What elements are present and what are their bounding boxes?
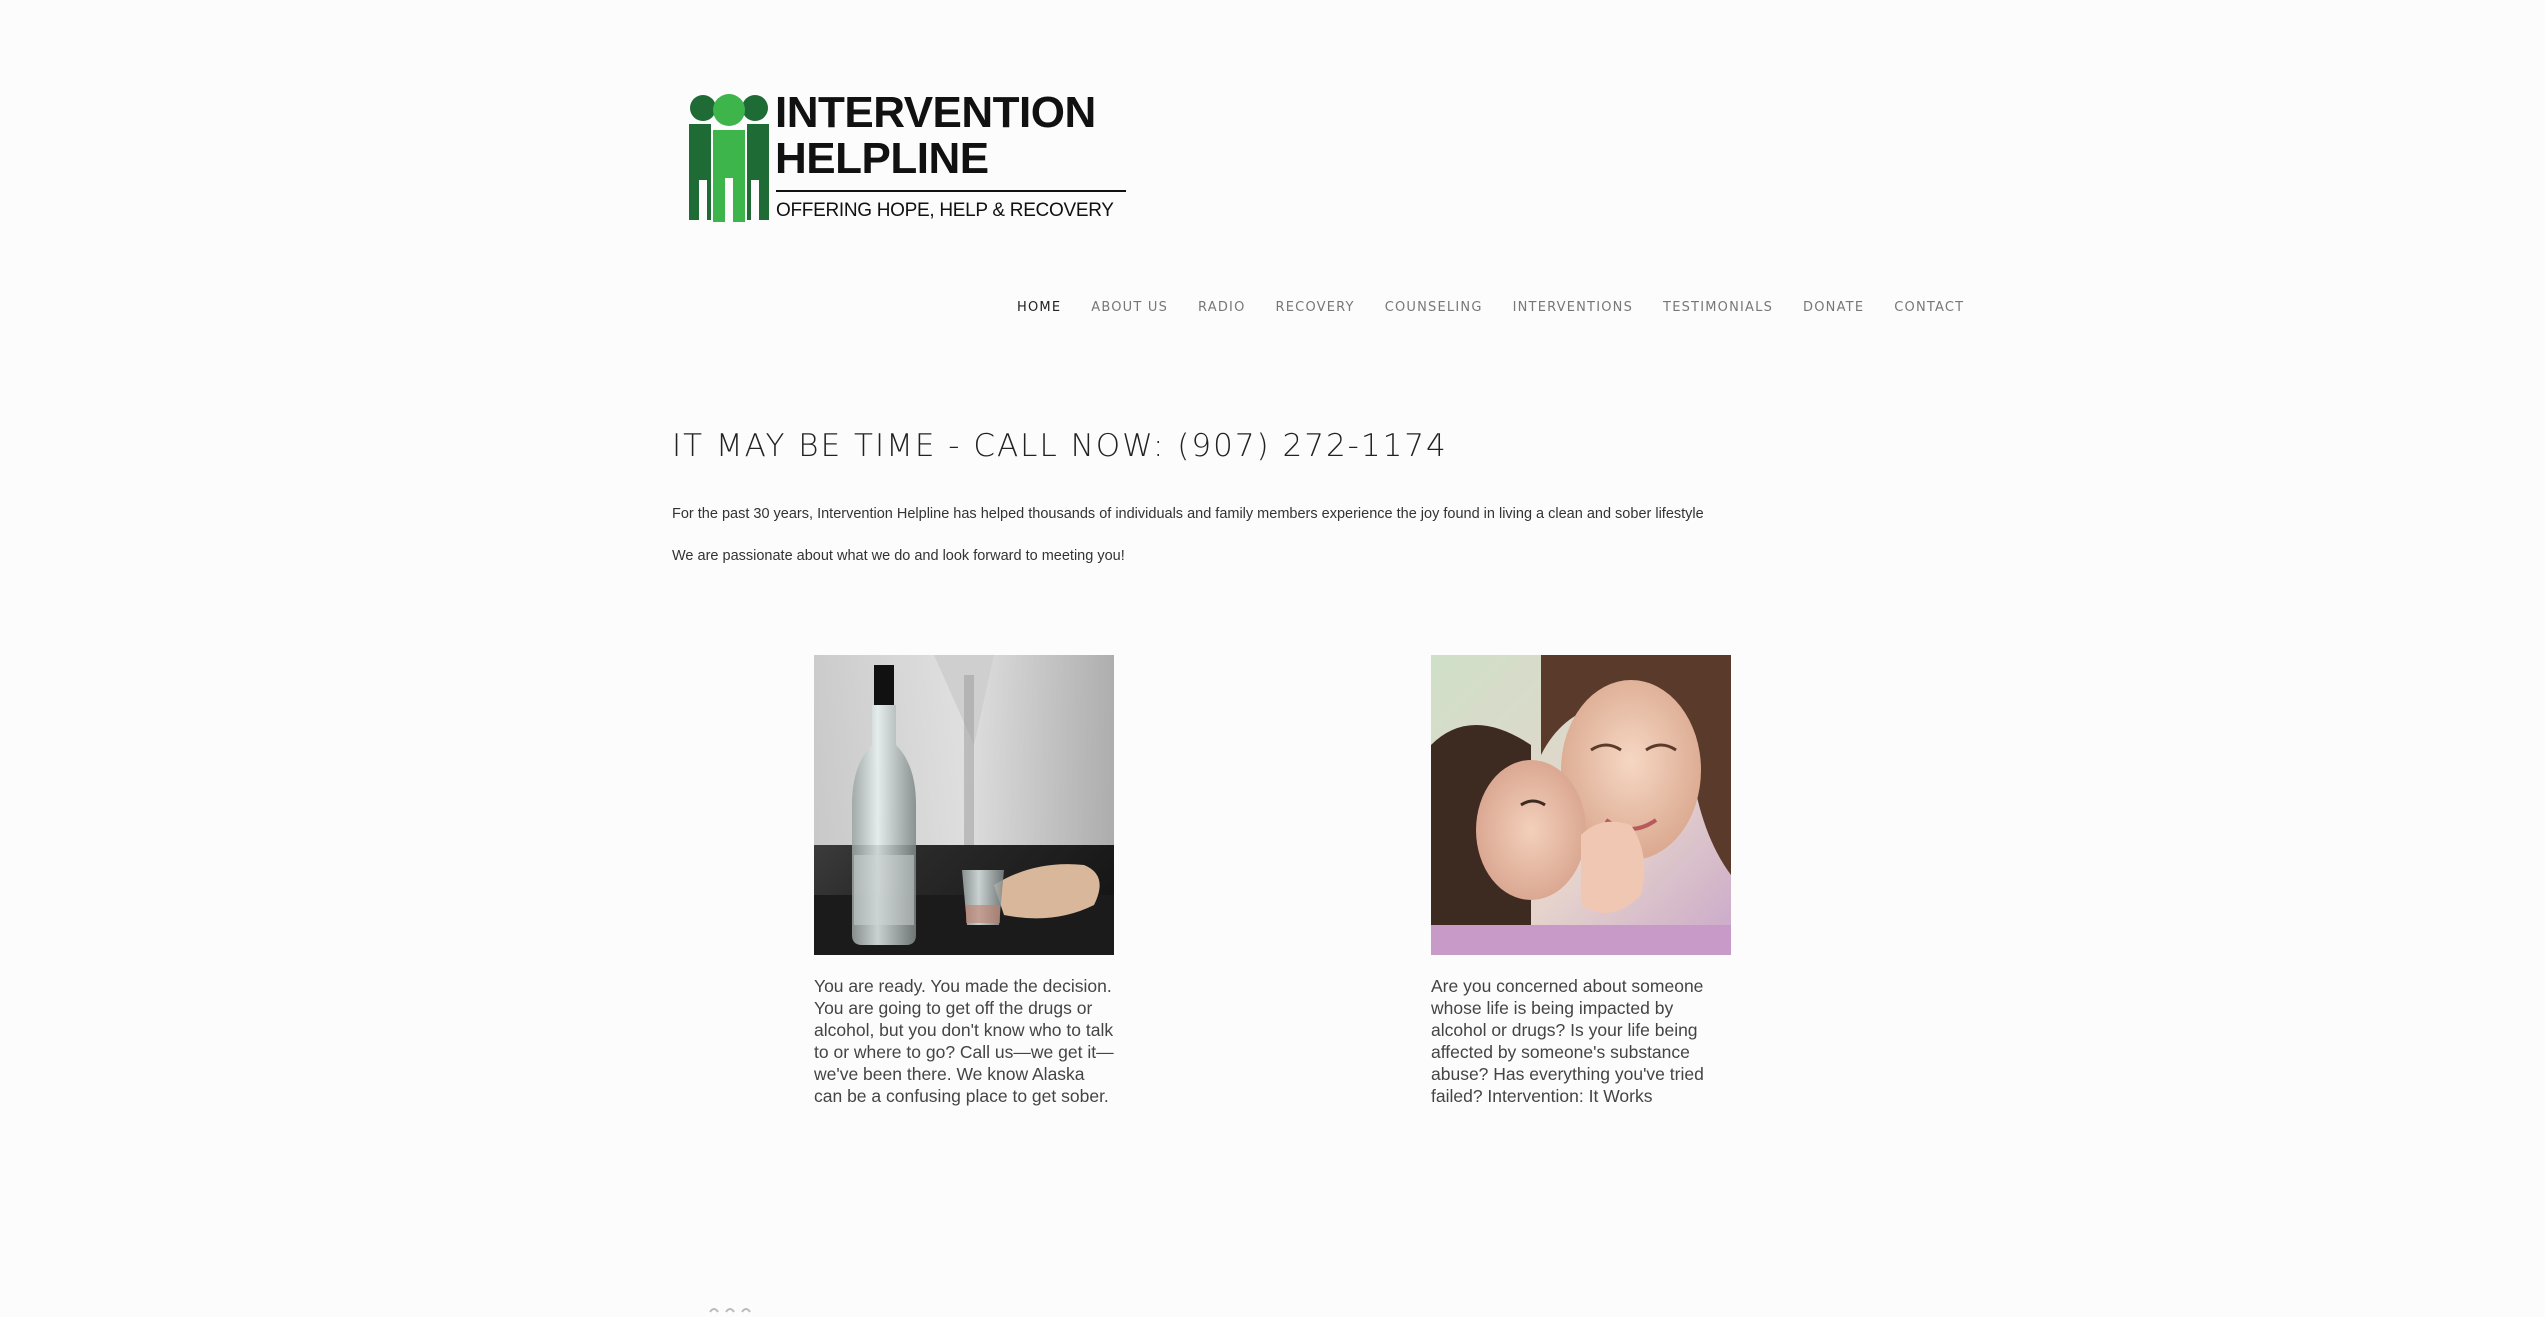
page-headline: IT MAY BE TIME - CALL NOW: (907) 272-117… [672, 428, 1448, 464]
nav-item-donate[interactable]: DONATE [1803, 300, 1864, 315]
logo-tagline: OFFERING HOPE, HELP & RECOVERY [776, 200, 1114, 221]
nav-item-contact[interactable]: CONTACT [1894, 300, 1964, 315]
feature-caption-ready: You are ready. You made the decision. Yo… [814, 976, 1114, 1106]
nav-item-radio[interactable]: RADIO [1198, 300, 1245, 315]
page: INTERVENTION HELPLINE OFFERING HOPE, HEL… [0, 0, 2545, 1317]
logo-title-line2: HELPLINE [775, 134, 989, 183]
people-logo-icon [689, 94, 769, 222]
feature-card-ready: You are ready. You made the decision. Yo… [814, 655, 1114, 1107]
feature-caption-concerned: Are you concerned about someone whose li… [1431, 976, 1704, 1106]
intro-paragraph-2: We are passionate about what we do and l… [672, 548, 1125, 564]
nav-item-counseling[interactable]: COUNSELING [1385, 300, 1483, 315]
bottle-and-shot-glass-photo [814, 655, 1114, 955]
logo-title-line1: INTERVENTION [775, 88, 1096, 137]
logo-divider [776, 190, 1126, 192]
clipped-content-fragment [709, 1308, 751, 1313]
child-kissing-mother-photo [1431, 655, 1731, 955]
nav-item-home[interactable]: HOME [1017, 300, 1061, 315]
nav-item-interventions[interactable]: INTERVENTIONS [1513, 300, 1633, 315]
site-logo[interactable]: INTERVENTION HELPLINE OFFERING HOPE, HEL… [680, 90, 1130, 230]
nav-item-testimonials[interactable]: TESTIMONIALS [1663, 300, 1773, 315]
nav-item-recovery[interactable]: RECOVERY [1276, 300, 1355, 315]
nav-item-about-us[interactable]: ABOUT US [1091, 300, 1168, 315]
main-navigation: HOME ABOUT US RADIO RECOVERY COUNSELING … [1017, 300, 1994, 315]
feature-card-concerned: Are you concerned about someone whose li… [1431, 655, 1731, 1107]
intro-paragraph-1: For the past 30 years, Intervention Help… [672, 506, 1704, 522]
logo-title: INTERVENTION HELPLINE [775, 90, 1096, 182]
